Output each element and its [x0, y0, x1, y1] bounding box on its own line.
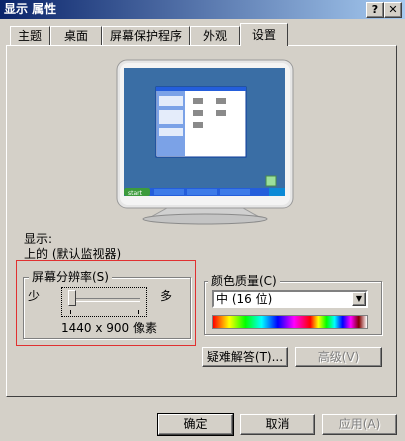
preview-taskbar-item [187, 189, 217, 195]
preview-drive-icon [193, 122, 203, 128]
troubleshoot-button[interactable]: 疑难解答(T)... [202, 347, 288, 367]
display-label: 显示: [24, 232, 53, 246]
color-spectrum-bar [212, 315, 368, 329]
apply-button[interactable]: 应用(A) [322, 414, 397, 435]
color-quality-legend: 颜色质量(C) [208, 274, 280, 288]
tab-appearance[interactable]: 外观 [190, 26, 240, 45]
preview-sidepane-box [159, 96, 183, 106]
advanced-button[interactable]: 高级(V) [295, 347, 382, 367]
help-button[interactable]: ? [366, 2, 384, 18]
window-title: 显示 属性 [4, 2, 57, 16]
color-quality-value: 中 (16 位) [216, 292, 273, 306]
preview-taskbar-item [220, 189, 250, 195]
display-value: 上的 (默认监视器) [24, 247, 122, 261]
preview-drive-icon [193, 98, 203, 104]
monitor-preview: start [116, 59, 294, 225]
chevron-down-icon[interactable]: ▼ [352, 292, 366, 306]
title-bar: 显示 属性 ? ✕ [0, 0, 405, 19]
preview-window-titlebar [156, 87, 246, 91]
preview-recycle-bin-icon [265, 175, 277, 187]
preview-sidepane-box [159, 110, 183, 124]
tab-settings[interactable]: 设置 [240, 23, 288, 46]
preview-drive-icon [193, 110, 203, 116]
color-quality-select[interactable]: 中 (16 位) ▼ [212, 290, 368, 308]
preview-drive-icon [216, 98, 226, 104]
tab-screensaver[interactable]: 屏幕保护程序 [102, 26, 190, 45]
preview-start-label: start [128, 190, 143, 197]
preview-tray [269, 188, 285, 196]
close-button[interactable]: ✕ [384, 2, 402, 18]
settings-panel: start 显示: 上的 (默认监视器) 屏幕分辨率(S) 少 多 1440 x… [6, 45, 397, 397]
preview-taskbar-item [154, 189, 184, 195]
cancel-button[interactable]: 取消 [240, 414, 315, 435]
preview-drive-icon [216, 110, 226, 116]
preview-sidepane-box [159, 128, 183, 136]
highlight-box [16, 260, 196, 346]
tab-desktop[interactable]: 桌面 [50, 26, 102, 45]
ok-button[interactable]: 确定 [157, 413, 234, 436]
tab-themes[interactable]: 主题 [10, 26, 50, 45]
monitor-base [142, 213, 268, 225]
